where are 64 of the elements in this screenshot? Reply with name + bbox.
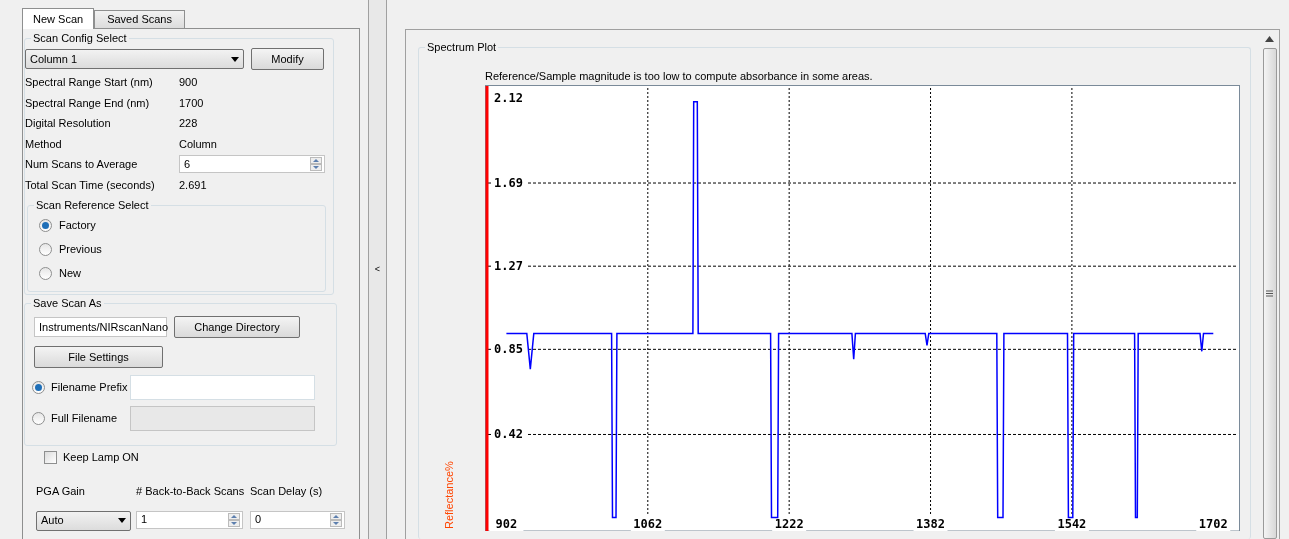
group-title: Scan Reference Select (34, 198, 151, 212)
file-settings-button[interactable]: File Settings (34, 346, 163, 368)
x-tick-label: 1542 (1057, 517, 1087, 531)
field-label: Digital Resolution (25, 116, 112, 131)
field-label: Spectral Range End (nm) (25, 95, 151, 111)
field-value: Column (179, 136, 217, 152)
group-title: Save Scan As (31, 296, 104, 310)
dropdown[interactable]: Column 1 (25, 49, 244, 69)
spinner-arrows-icon[interactable] (310, 157, 322, 172)
radio-button[interactable] (39, 218, 52, 232)
field-value: 1700 (179, 95, 204, 111)
y-axis-label: Reflectance% (443, 461, 455, 529)
dropdown[interactable]: Auto (36, 510, 131, 531)
radio-button[interactable] (39, 266, 52, 280)
y-tick-label: 0.85 (494, 342, 523, 357)
checkbox-label: Keep Lamp ON (63, 449, 139, 465)
scroll-up-icon[interactable] (1265, 36, 1274, 42)
field-label: Scan Delay (s) (250, 484, 324, 499)
field-label: Method (25, 136, 63, 152)
radio-label: Filename Prefix (51, 380, 129, 396)
radio-button[interactable] (32, 381, 45, 394)
field-label: Total Scan Time (seconds) (25, 177, 156, 193)
change-directory-button[interactable]: Change Directory (174, 316, 300, 338)
warning-message: Reference/Sample magnitude is too low to compute absorbance in some areas. (484, 69, 874, 84)
y-tick-label: 1.69 (494, 176, 523, 190)
spinner-field[interactable]: 6 (179, 155, 325, 174)
field-value: 900 (179, 75, 198, 90)
radio-button[interactable] (39, 242, 52, 256)
x-tick-label: 1222 (774, 517, 804, 531)
grip-icon (1266, 290, 1273, 297)
group-title: Spectrum Plot (425, 40, 499, 54)
x-tick-label: 902 (495, 517, 518, 531)
tab[interactable]: New Scan (22, 8, 95, 29)
field-value: 228 (179, 116, 198, 131)
field-label: Num Scans to Average (25, 157, 139, 172)
y-tick-label: 2.12 (494, 90, 523, 105)
x-tick-label: 1382 (916, 517, 945, 531)
radio-button[interactable] (32, 412, 45, 425)
caret-icon (231, 56, 239, 62)
spinner-field[interactable]: 1 (136, 510, 243, 529)
caret-icon (118, 518, 126, 523)
collapse-button[interactable]: < (374, 265, 381, 274)
modify-button[interactable]: Modify (251, 48, 324, 70)
field-label: Spectral Range Start (nm) (25, 75, 154, 90)
y-tick-label: 1.27 (494, 259, 523, 274)
spinner-arrows-icon[interactable] (228, 512, 240, 527)
spinner-field[interactable]: 0 (250, 510, 345, 529)
checkbox[interactable] (44, 450, 57, 464)
filename-field[interactable] (130, 375, 315, 400)
field-label: # Back-to-Back Scans (136, 484, 245, 499)
y-tick-label: 0.42 (494, 427, 523, 442)
radio-label: New (59, 265, 81, 281)
field-value: 2.691 (179, 177, 207, 193)
x-tick-label: 1062 (633, 517, 663, 531)
tab[interactable]: Saved Scans (94, 10, 185, 28)
directory-field[interactable]: Instruments/NIRscanNano (34, 317, 167, 337)
x-tick-label: 1702 (1198, 517, 1228, 531)
radio-label: Full Filename (51, 411, 119, 427)
group-title: Scan Config Select (31, 31, 129, 45)
spinner-arrows-icon[interactable] (330, 512, 342, 527)
filename-field[interactable] (130, 406, 315, 431)
radio-label: Previous (59, 241, 102, 257)
radio-label: Factory (59, 217, 96, 233)
field-label: PGA Gain (36, 484, 86, 499)
